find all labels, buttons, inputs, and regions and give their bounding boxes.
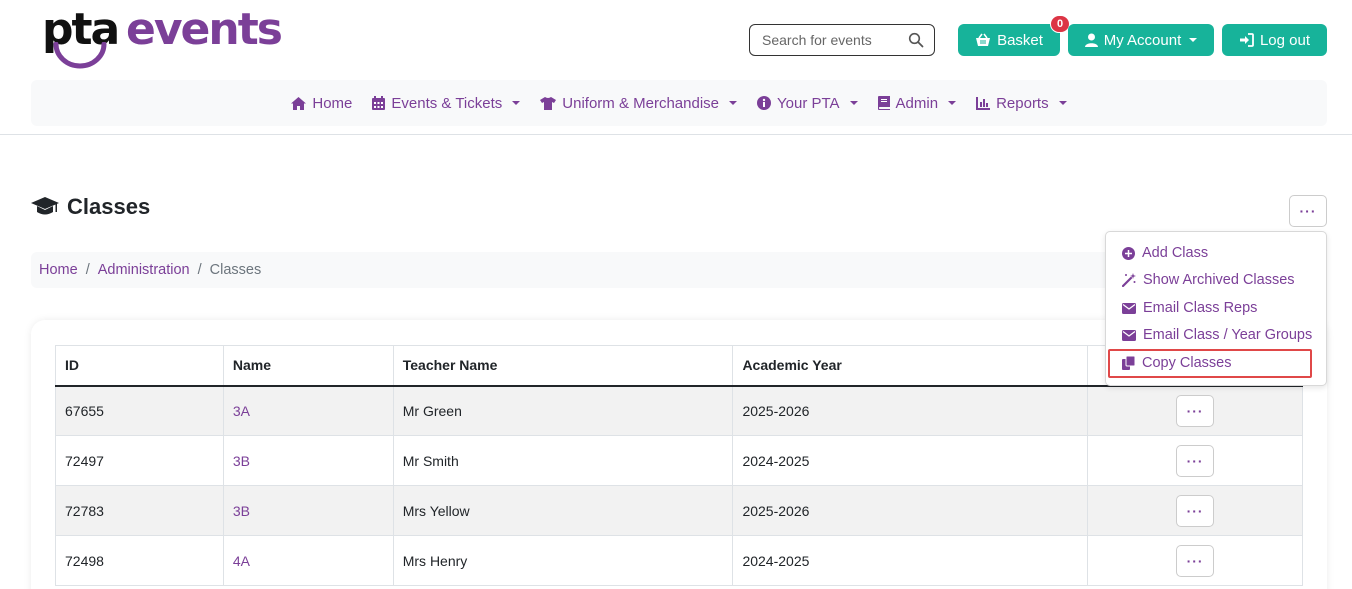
nav-item-home[interactable]: Home [291,95,352,112]
table-row: 67655 3A Mr Green 2025-2026 ··· [55,385,1303,436]
home-icon [291,96,307,110]
chevron-down-icon [729,101,737,105]
user-icon [1084,33,1098,47]
menu-item-email-class-year-groups[interactable]: Email Class / Year Groups [1122,327,1312,343]
plus-circle-icon [1122,246,1135,260]
chevron-down-icon [512,101,521,105]
cell-actions: ··· [1087,385,1303,436]
breadcrumb-separator: / [197,262,202,278]
page-title-text: Classes [67,194,151,219]
table-row: 72783 3B Mrs Yellow 2025-2026 ··· [55,485,1303,536]
table-row: 72497 3B Mr Smith 2024-2025 ··· [55,435,1303,486]
cell-year: 2024-2025 [732,435,1089,486]
logout-label: Log out [1259,31,1311,49]
nav-label: Uniform & Merchandise [562,94,719,112]
logo-text-events: events [126,4,283,55]
breadcrumb: Home / Administration / Classes [31,252,1111,288]
cell-name-link[interactable]: 3A [222,385,394,436]
menu-item-email-class-reps[interactable]: Email Class Reps [1122,300,1257,316]
nav-label: Reports [996,94,1049,112]
breadcrumb-administration[interactable]: Administration [98,262,190,278]
nav-item-events-tickets[interactable]: Events & Tickets [372,94,521,112]
nav-label: Events & Tickets [391,94,503,112]
page-title: Classes [31,194,150,220]
cell-actions: ··· [1087,535,1303,586]
chevron-down-icon [948,101,957,105]
menu-item-show-archived[interactable]: Show Archived Classes [1122,272,1295,288]
search-box [749,24,935,56]
basket-icon [976,33,991,46]
cell-year: 2024-2025 [732,535,1089,586]
cell-name-link[interactable]: 3B [222,435,394,486]
cell-id: 72783 [55,485,224,536]
cell-year: 2025-2026 [732,385,1089,436]
row-actions-button[interactable]: ··· [1176,394,1215,427]
nav-item-your-pta[interactable]: Your PTA [757,95,858,112]
cell-id: 72497 [55,435,224,486]
menu-item-add-class[interactable]: Add Class [1122,245,1208,261]
chevron-down-icon [1189,38,1198,42]
nav-item-admin[interactable]: Admin [877,94,957,112]
nav-label: Home [312,94,353,112]
chart-icon [976,96,991,110]
breadcrumb-current: Classes [209,262,262,278]
search-input[interactable] [762,31,904,49]
header-divider [0,134,1352,135]
breadcrumb-home[interactable]: Home [39,262,78,278]
copy-classes-highlight-box [1108,349,1312,378]
magic-wand-icon [1122,273,1136,287]
chevron-down-icon [849,101,858,105]
row-actions-button[interactable]: ··· [1176,544,1215,577]
sign-in-icon [1239,33,1254,47]
breadcrumb-separator: / [85,262,90,278]
nav-item-reports[interactable]: Reports [976,95,1067,112]
nav-label: Admin [895,94,939,112]
cell-teacher: Mr Green [392,385,734,436]
search-icon[interactable] [908,32,924,48]
table-row: 72498 4A Mrs Henry 2024-2025 ··· [55,535,1303,586]
envelope-icon [1122,302,1136,314]
column-header-id[interactable]: ID [55,345,224,387]
column-header-year[interactable]: Academic Year [732,345,1089,387]
menu-item-label: Email Class Reps [1143,300,1258,316]
cell-actions: ··· [1087,435,1303,486]
calendar-icon [372,96,386,110]
cell-actions: ··· [1087,485,1303,536]
column-header-name[interactable]: Name [222,345,394,387]
menu-item-label: Show Archived Classes [1143,272,1295,288]
shirt-icon [540,96,557,110]
cell-teacher: Mrs Henry [392,535,734,586]
cell-id: 67655 [55,385,224,436]
basket-count-badge: 0 [1050,15,1070,33]
menu-item-label: Email Class / Year Groups [1143,327,1313,343]
basket-label: Basket [997,31,1043,49]
cell-name-link[interactable]: 3B [222,485,394,536]
cell-teacher: Mrs Yellow [392,485,734,536]
my-account-button[interactable]: My Account [1068,24,1214,56]
main-nav: Home Events & Tickets Uniform & Merchand… [31,80,1327,126]
envelope-icon [1122,329,1136,341]
pta-events-logo[interactable]: pta events [42,6,283,74]
cell-name-link[interactable]: 4A [222,535,394,586]
cell-teacher: Mr Smith [392,435,734,486]
graduation-cap-icon [31,197,59,215]
cell-id: 72498 [55,535,224,586]
basket-button[interactable]: Basket [958,24,1060,56]
row-actions-button[interactable]: ··· [1176,444,1215,477]
logout-button[interactable]: Log out [1222,24,1327,56]
cell-year: 2025-2026 [732,485,1089,536]
info-icon [757,96,771,110]
nav-item-uniform-merchandise[interactable]: Uniform & Merchandise [540,95,737,112]
menu-item-label: Add Class [1142,245,1209,261]
row-actions-button[interactable]: ··· [1176,494,1215,527]
chevron-down-icon [1058,101,1067,105]
column-header-teacher[interactable]: Teacher Name [392,345,734,387]
nav-label: Your PTA [777,94,840,112]
book-icon [877,96,890,110]
my-account-label: My Account [1103,31,1182,49]
logo-smile-icon [53,42,107,69]
page-actions-button[interactable]: ··· [1289,195,1327,227]
